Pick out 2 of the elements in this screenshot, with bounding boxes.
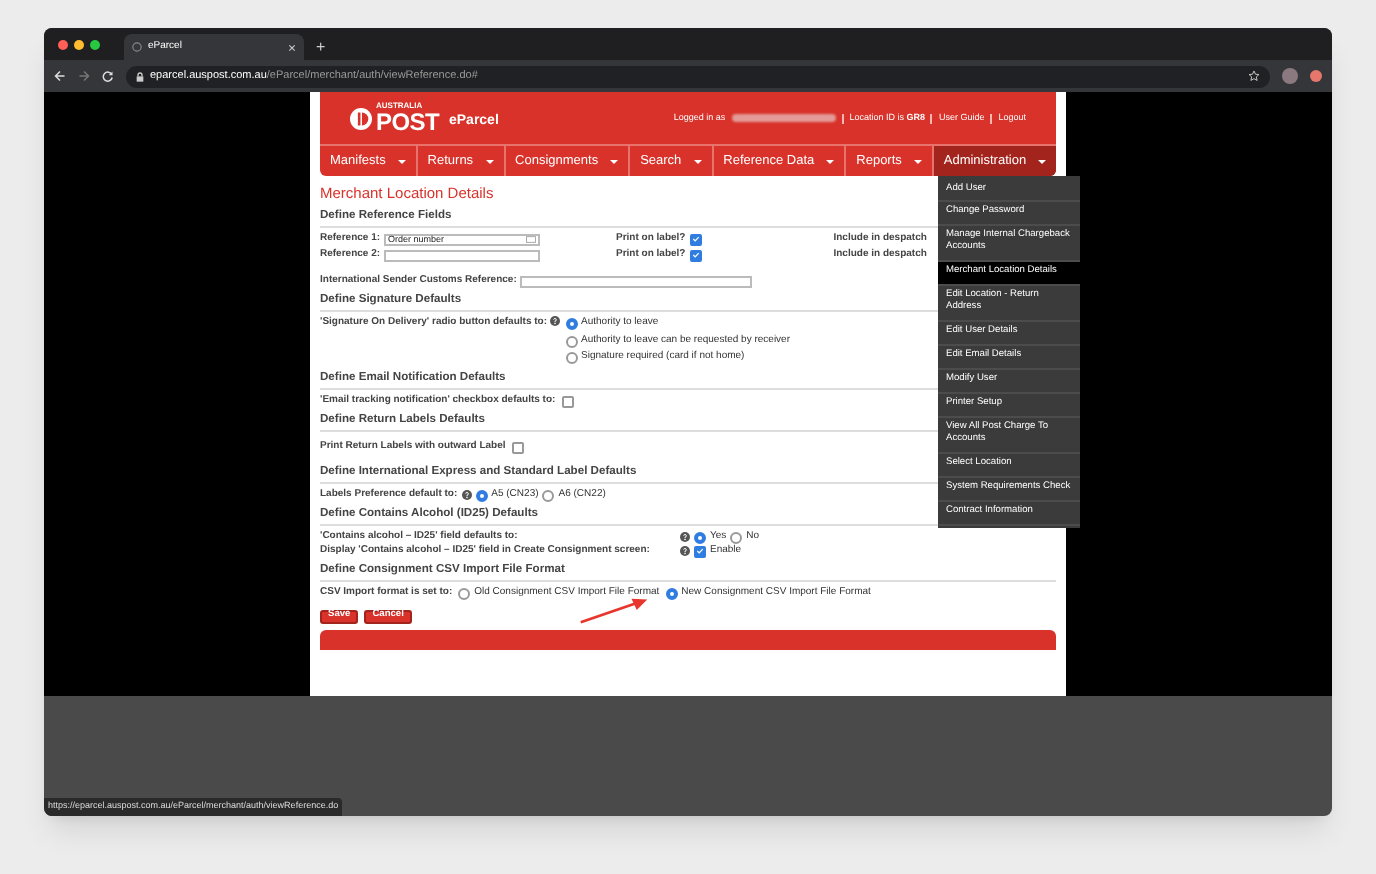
new-tab-button[interactable]: + bbox=[316, 40, 326, 56]
logo-wordmark: POST bbox=[376, 110, 439, 134]
